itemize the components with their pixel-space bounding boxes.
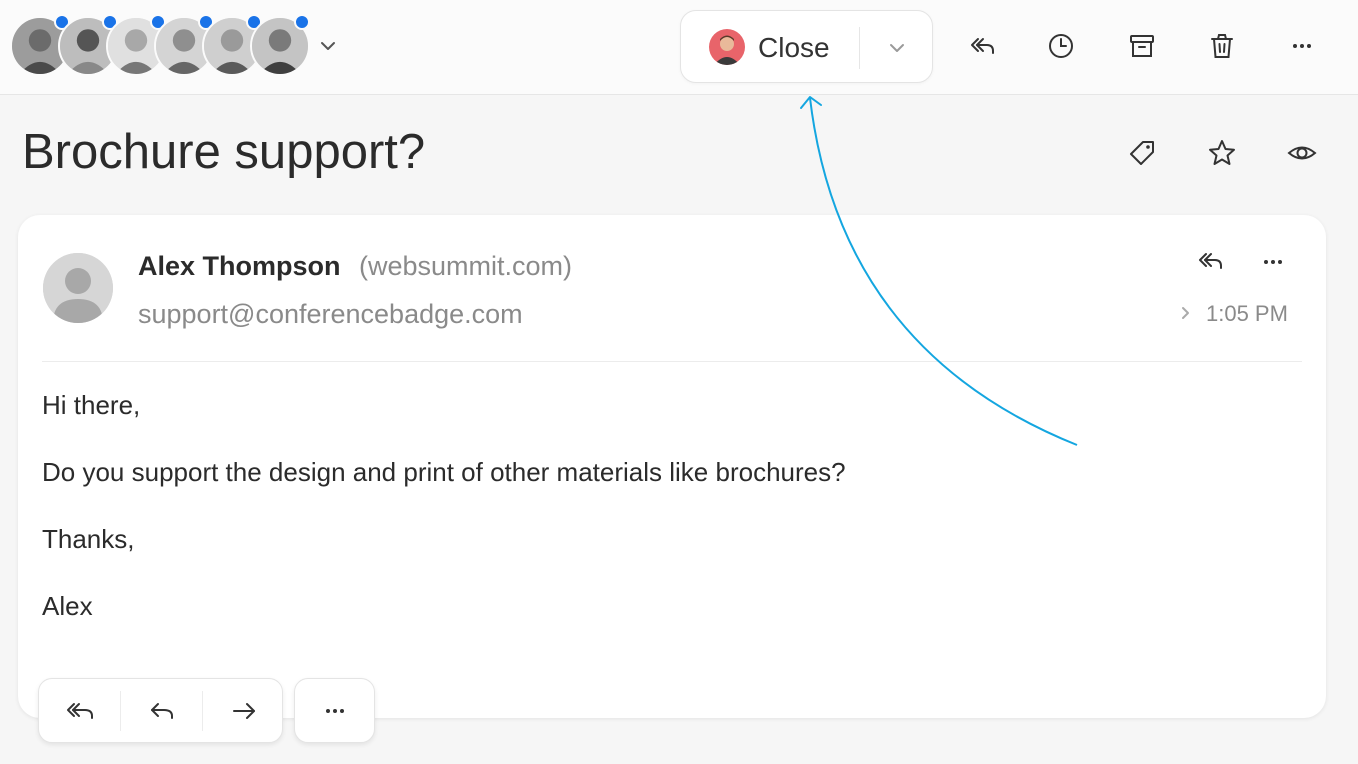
reply-icon bbox=[150, 702, 173, 719]
more-icon[interactable] bbox=[1256, 247, 1290, 277]
unread-dot bbox=[294, 14, 310, 30]
more-icon[interactable] bbox=[1284, 28, 1320, 64]
reply-all-icon[interactable] bbox=[1194, 247, 1228, 277]
reply-button[interactable] bbox=[121, 679, 202, 742]
message-action-bar bbox=[38, 678, 283, 743]
reply-all-icon[interactable] bbox=[964, 28, 1000, 64]
message-more-button[interactable] bbox=[294, 678, 375, 743]
trash-icon[interactable] bbox=[1204, 28, 1240, 64]
sender-domain: (websummit.com) bbox=[359, 251, 573, 281]
assignee-avatar bbox=[709, 29, 745, 65]
eye-icon[interactable] bbox=[1284, 135, 1320, 171]
body-line: Do you support the design and print of o… bbox=[42, 457, 846, 487]
more-icon bbox=[325, 708, 344, 713]
archive-icon[interactable] bbox=[1124, 28, 1160, 64]
chevron-down-icon bbox=[890, 43, 904, 52]
forward-icon bbox=[232, 702, 255, 719]
reply-all-icon bbox=[66, 702, 93, 719]
body-line: Thanks, bbox=[42, 524, 135, 554]
recipient-address: support@conferencebadge.com bbox=[138, 299, 523, 329]
body-line: Hi there, bbox=[42, 390, 141, 420]
tag-icon[interactable] bbox=[1124, 135, 1160, 171]
sender-avatar bbox=[43, 253, 113, 323]
sender-name: Alex Thompson bbox=[138, 251, 341, 281]
message-card: Alex Thompson (websummit.com) support@co… bbox=[18, 215, 1326, 718]
chevron-down-icon[interactable] bbox=[316, 36, 340, 56]
star-icon[interactable] bbox=[1204, 135, 1240, 171]
body-line: Alex bbox=[42, 591, 93, 621]
top-toolbar: Close bbox=[0, 0, 1358, 95]
close-options-button[interactable] bbox=[860, 11, 934, 84]
close-label: Close bbox=[758, 32, 830, 63]
header-divider bbox=[42, 361, 1302, 362]
chevron-right-icon[interactable] bbox=[1176, 303, 1194, 323]
thread-subject: Brochure support? bbox=[22, 125, 426, 179]
close-split-button: Close bbox=[680, 10, 933, 83]
clock-icon[interactable] bbox=[1043, 28, 1079, 64]
reply-all-button[interactable] bbox=[39, 679, 120, 742]
forward-button[interactable] bbox=[203, 679, 284, 742]
message-time: 1:05 PM bbox=[1206, 301, 1288, 326]
close-button[interactable]: Close bbox=[681, 11, 859, 84]
